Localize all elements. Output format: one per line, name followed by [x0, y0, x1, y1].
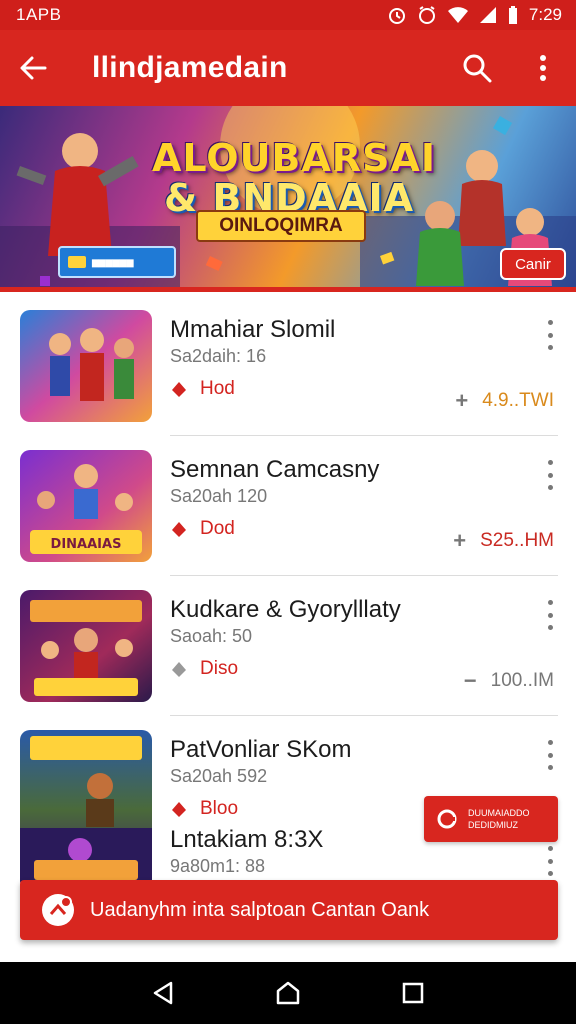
- nav-recents-button[interactable]: [393, 973, 433, 1013]
- status-left-text: 1APB: [16, 5, 62, 24]
- stat-sign: −: [463, 668, 477, 693]
- snackbar[interactable]: Uadanyhm inta salptoan Cantan Oank: [20, 880, 558, 940]
- alarm-icon: [387, 5, 407, 25]
- item-subtitle: Sa2daih: 16: [170, 346, 267, 366]
- item-stat: + 4.9..TWI: [455, 388, 554, 414]
- recents-square-icon: [403, 982, 424, 1004]
- status-bar: 1APB 7:29: [0, 0, 576, 30]
- item-more-button[interactable]: [542, 740, 558, 770]
- stat-sign: +: [453, 528, 467, 553]
- status-time: 7:29: [528, 5, 562, 24]
- search-button[interactable]: [444, 30, 510, 106]
- nav-back-button[interactable]: [143, 973, 183, 1013]
- item-stat: + S25..HM: [453, 528, 554, 554]
- list-item[interactable]: Kudkare & Gyorylllaty Saoah: 50 Diso − 1…: [0, 576, 576, 716]
- item-tag-label: Diso: [200, 658, 239, 679]
- item-title: Lntakiam 8:3X: [170, 826, 324, 853]
- item-subtitle: 9a80m1: 88: [170, 856, 266, 876]
- item-tag-label: Dod: [200, 518, 235, 539]
- page-title: llindjamedain: [92, 51, 288, 84]
- refresh-icon: [437, 809, 457, 829]
- item-more-button[interactable]: [542, 846, 558, 876]
- back-button[interactable]: [0, 30, 66, 106]
- svg-text:DINAAIAS: DINAAIAS: [51, 537, 122, 552]
- promo-line2: DEDIDMIUZ: [468, 820, 518, 830]
- item-subtitle: Saoah: 50: [170, 626, 253, 646]
- fire-icon: [172, 382, 186, 397]
- stat-value: S25..HM: [480, 530, 554, 551]
- banner-subtitle-plate: OINLOQIMRA: [196, 210, 366, 242]
- fire-icon: [172, 662, 186, 677]
- item-title: Semnan Camcasny: [170, 456, 380, 483]
- item-title: Mmahiar Slomil: [170, 316, 336, 343]
- promo-text: DUUMAIADDO DEDIDMIUZ: [468, 807, 530, 831]
- game-thumbnail: [20, 590, 152, 702]
- item-tag: Diso: [170, 658, 238, 680]
- alarm-clock-icon: [417, 5, 437, 25]
- status-icons: 7:29: [387, 5, 562, 25]
- item-more-button[interactable]: [542, 320, 558, 350]
- game-thumbnail: [20, 310, 152, 422]
- item-more-button[interactable]: [542, 600, 558, 630]
- banner-cta-button[interactable]: Canir: [500, 248, 566, 280]
- fire-icon: [172, 522, 186, 537]
- item-tag: Dod: [170, 518, 235, 540]
- back-arrow-icon: [20, 56, 47, 80]
- list-item[interactable]: DINAAIAS Semnan Camcasny Sa20ah 120 Dod …: [0, 436, 576, 576]
- wifi-icon: [447, 6, 469, 24]
- item-title: Kudkare & Gyorylllaty: [170, 596, 401, 623]
- banner-badge: ▆▆▆▆▆▆: [58, 246, 176, 278]
- item-subtitle: Sa20ah 120: [170, 486, 268, 506]
- item-tag: Hod: [170, 378, 235, 400]
- more-vert-icon: [540, 55, 546, 81]
- home-circle-icon: [276, 981, 300, 1005]
- game-thumbnail: DINAAIAS: [20, 450, 152, 562]
- back-triangle-icon: [153, 981, 172, 1005]
- nav-home-button[interactable]: [268, 973, 308, 1013]
- list-item[interactable]: Mmahiar Slomil Sa2daih: 16 Hod + 4.9..TW…: [0, 296, 576, 436]
- signal-icon: [479, 6, 497, 24]
- battery-icon: [507, 5, 519, 25]
- item-tag-label: Hod: [200, 378, 235, 399]
- featured-banner[interactable]: ALOUBARSAI & BNDAAIA OINLOQIMRA ▆▆▆▆▆▆: [0, 106, 576, 292]
- stat-value: 4.9..TWI: [482, 390, 554, 411]
- promo-line1: DUUMAIADDO: [468, 808, 530, 818]
- snackbar-text: Uadanyhm inta salptoan Cantan Oank: [90, 898, 430, 921]
- item-stat: − 100..IM: [464, 668, 554, 694]
- promo-button[interactable]: DUUMAIADDO DEDIDMIUZ: [424, 796, 558, 842]
- overflow-menu-button[interactable]: [510, 30, 576, 106]
- item-subtitle: Sa20ah 592: [170, 766, 268, 786]
- gamepad-icon: [68, 256, 86, 268]
- search-icon: [463, 54, 492, 83]
- banner-title-line1: ALOUBARSAI: [152, 136, 436, 180]
- stat-sign: +: [455, 388, 469, 413]
- item-more-button[interactable]: [542, 460, 558, 490]
- snackbar-icon: [42, 894, 74, 926]
- stat-value: 100..IM: [490, 670, 554, 691]
- banner-badge-text: ▆▆▆▆▆▆: [92, 256, 134, 267]
- app-bar: llindjamedain: [0, 30, 576, 106]
- system-nav-bar: [0, 962, 576, 1024]
- item-title: PatVonliar SKom: [170, 736, 352, 763]
